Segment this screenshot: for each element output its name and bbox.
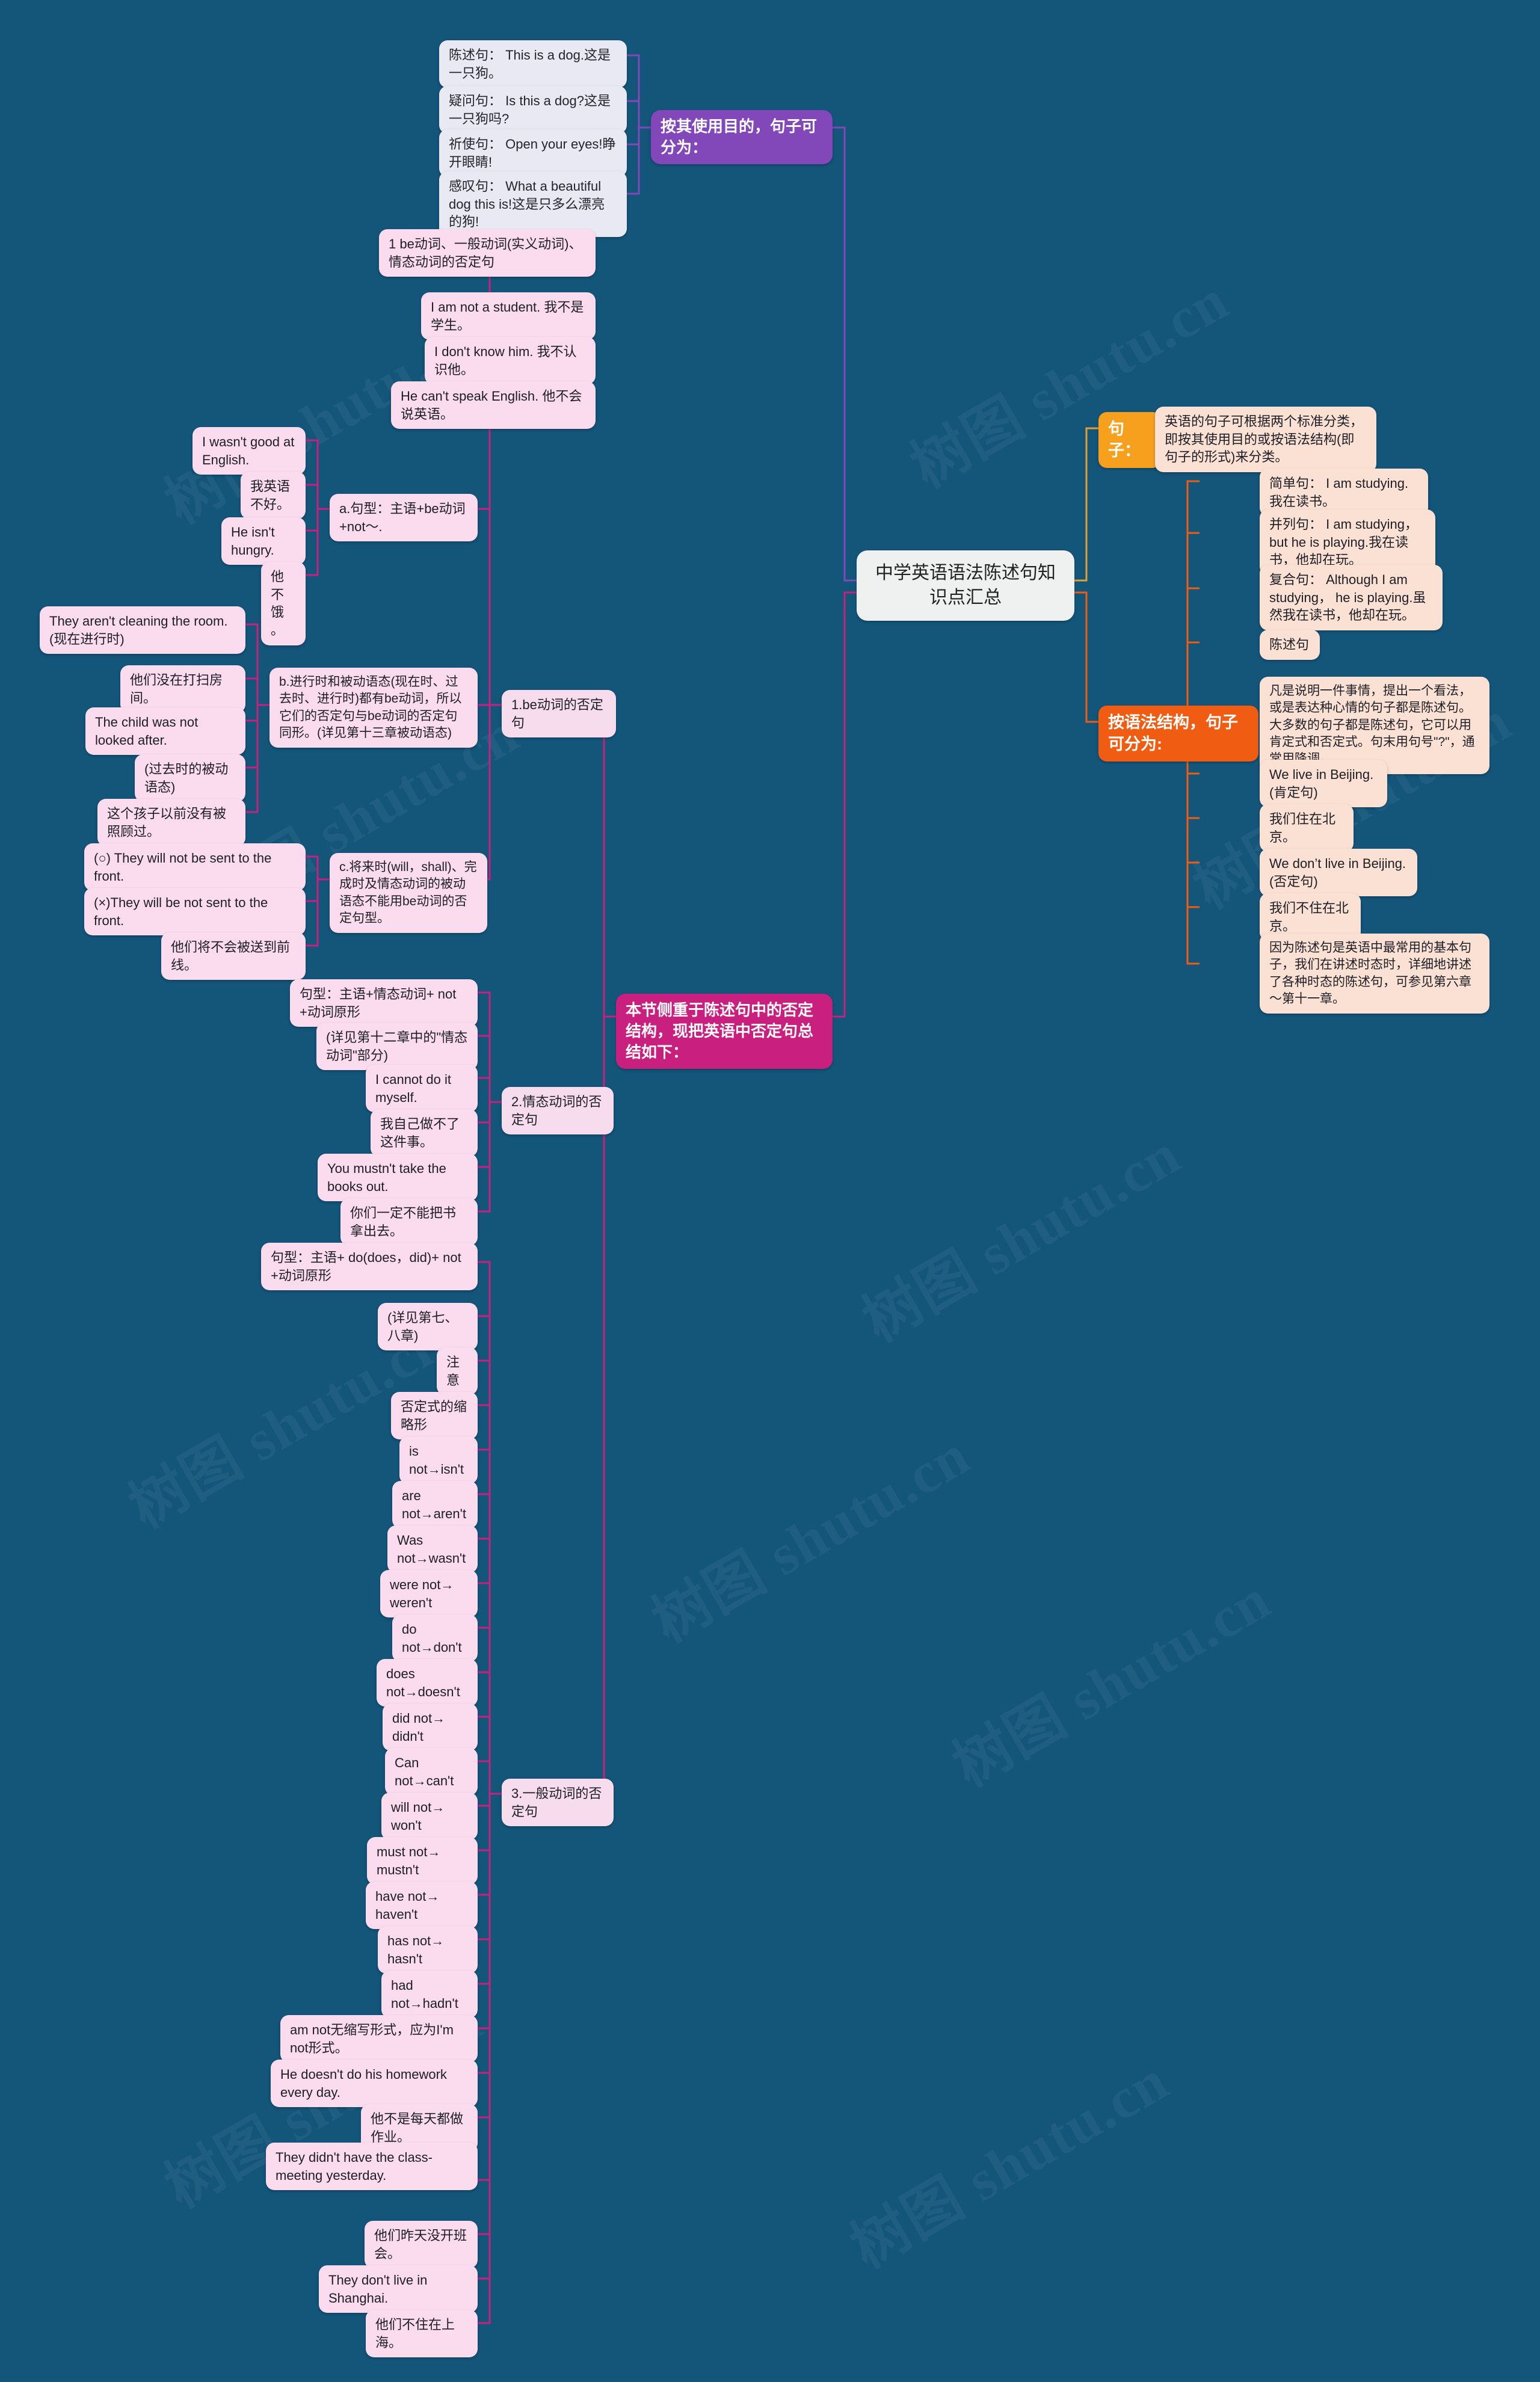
leaf-be-c-1[interactable]: (×)They will be not sent to the front. — [84, 888, 306, 936]
leaf-be-head-3[interactable]: He can't speak English. 他不会说英语。 — [391, 381, 596, 429]
watermark: 树图 shutu.cn — [943, 1566, 1281, 1799]
leaf-verb-23[interactable]: 他们不住在上海。 — [366, 2310, 478, 2358]
branch-verb-negation[interactable]: 3.一般动词的否定句 — [502, 1779, 614, 1827]
leaf-grammar-7[interactable]: We don’t live in Beijing.(否定句) — [1260, 849, 1417, 897]
watermark: 树图 shutu.cn — [642, 1422, 981, 1655]
leaf-verb-20[interactable]: They didn't have the class-meeting yeste… — [266, 2143, 478, 2191]
leaf-be-a-2[interactable]: He isn't hungry. — [221, 517, 306, 565]
leaf-verb-3[interactable]: 否定式的缩略形 — [391, 1392, 478, 1440]
branch-grammar-structure[interactable]: 按语法结构，句子可分为: — [1098, 706, 1258, 762]
leaf-verb-15[interactable]: has not→ hasn't — [378, 1926, 478, 1974]
leaf-be-b-0[interactable]: They aren't cleaning the room.(现在进行时) — [40, 606, 245, 654]
leaf-be-b-4[interactable]: 这个孩子以前没有被照顾过。 — [97, 799, 245, 847]
node-be-pattern-a[interactable]: a.句型：主语+be动词+not～. — [330, 494, 478, 542]
leaf-modal-2[interactable]: I cannot do it myself. — [366, 1065, 478, 1113]
leaf-modal-5[interactable]: 你们一定不能把书拿出去。 — [340, 1198, 478, 1246]
leaf-verb-13[interactable]: must not→ mustn't — [367, 1837, 478, 1885]
node-be-pattern-c[interactable]: c.将来时(will，shall)、完成时及情态动词的被动语态不能用be动词的否… — [330, 853, 487, 934]
leaf-verb-9[interactable]: does not→doesn't — [377, 1659, 478, 1707]
leaf-purpose-exclamatory[interactable]: 感叹句： What a beautiful dog this is!这是只多么漂… — [439, 171, 627, 238]
branch-be-negation[interactable]: 1.be动词的否定句 — [502, 690, 616, 738]
leaf-be-head-2[interactable]: I don't know him. 我不认识他。 — [425, 337, 596, 385]
leaf-grammar-5[interactable]: We live in Beijing.(肯定句) — [1260, 760, 1387, 808]
leaf-verb-16[interactable]: had not→hadn't — [381, 1971, 478, 2019]
leaf-be-a-3[interactable]: 他不饿。 — [261, 562, 306, 645]
leaf-be-head-1[interactable]: I am not a student. 我不是学生。 — [421, 292, 596, 340]
leaf-grammar-9[interactable]: 因为陈述句是英语中最常用的基本句子，我们在讲述时态时，详细地讲述了各种时态的陈述… — [1260, 934, 1489, 1014]
leaf-verb-21[interactable]: 他们昨天没开班会。 — [365, 2221, 478, 2269]
leaf-be-b-2[interactable]: The child was not looked after. — [85, 707, 245, 756]
leaf-modal-0[interactable]: 句型：主语+情态动词+ not +动词原形 — [290, 979, 478, 1027]
leaf-verb-14[interactable]: have not→ haven't — [366, 1882, 478, 1930]
leaf-verb-12[interactable]: will not→ won't — [381, 1793, 478, 1841]
leaf-be-a-0[interactable]: I wasn't good at English. — [192, 427, 306, 475]
leaf-verb-18[interactable]: He doesn't do his homework every day. — [271, 2060, 478, 2108]
leaf-verb-22[interactable]: They don't live in Shanghai. — [319, 2265, 478, 2313]
leaf-verb-7[interactable]: were not→ weren't — [380, 1570, 478, 1618]
leaf-verb-1[interactable]: (详见第七、八章) — [378, 1303, 478, 1351]
leaf-grammar-2[interactable]: 复合句： Although I am studying， he is playi… — [1260, 565, 1443, 631]
leaf-grammar-6[interactable]: 我们住在北京。 — [1260, 804, 1354, 852]
leaf-modal-4[interactable]: You mustn't take the books out. — [318, 1154, 478, 1202]
leaf-be-c-2[interactable]: 他们将不会被送到前线。 — [161, 932, 306, 980]
leaf-verb-4[interactable]: is not→isn't — [399, 1436, 478, 1485]
leaf-be-c-0[interactable]: (○) They will not be sent to the front. — [84, 843, 306, 891]
leaf-verb-17[interactable]: am not无缩写形式，应为I'm not形式。 — [280, 2015, 478, 2063]
leaf-verb-2[interactable]: 注意 — [437, 1347, 478, 1396]
watermark: 树图 shutu.cn — [852, 1121, 1191, 1354]
leaf-modal-1[interactable]: (详见第十二章中的"情态动词"部分) — [316, 1023, 478, 1071]
leaf-verb-8[interactable]: do not→don't — [392, 1614, 478, 1663]
leaf-modal-3[interactable]: 我自己做不了这件事。 — [371, 1109, 478, 1157]
connector-lines — [245, 54, 1200, 2324]
leaf-verb-6[interactable]: Was not→wasn't — [387, 1525, 478, 1574]
watermark: 树图 shutu.cn — [840, 2048, 1179, 2280]
branch-negation-intro[interactable]: 本节侧重于陈述句中的否定结构，现把英语中否定句总结如下： — [616, 994, 833, 1069]
leaf-verb-10[interactable]: did not→ didn't — [383, 1703, 478, 1752]
leaf-grammar-3[interactable]: 陈述句 — [1260, 630, 1320, 660]
leaf-purpose-interrogative[interactable]: 疑问句： Is this a dog?这是一只狗吗? — [439, 86, 627, 134]
leaf-verb-0[interactable]: 句型：主语+ do(does，did)+ not +动词原形 — [261, 1243, 478, 1291]
mindmap-canvas: 树图 shutu.cn 树图 shutu.cn 树图 shutu.cn 树图 s… — [0, 0, 1540, 2382]
leaf-be-a-1[interactable]: 我英语不好。 — [241, 472, 306, 520]
leaf-be-head-0[interactable]: 1 be动词、一般动词(实义动词)、情态动词的否定句 — [379, 229, 596, 277]
leaf-be-b-1[interactable]: 他们没在打扫房间。 — [120, 665, 245, 713]
leaf-purpose-declarative[interactable]: 陈述句： This is a dog.这是一只狗。 — [439, 40, 627, 88]
leaf-verb-5[interactable]: are not→aren't — [392, 1481, 478, 1529]
node-be-pattern-b[interactable]: b.进行时和被动语态(现在时、过去时、进行时)都有be动词，所以它们的否定句与b… — [270, 668, 478, 748]
branch-modal-negation[interactable]: 2.情态动词的否定句 — [502, 1087, 614, 1135]
branch-sentence[interactable]: 句子： — [1098, 412, 1161, 468]
leaf-be-b-3[interactable]: (过去时的被动语态) — [135, 754, 245, 802]
leaf-verb-11[interactable]: Can not→can't — [385, 1748, 478, 1796]
root-node[interactable]: 中学英语语法陈述句知识点汇总 — [857, 550, 1074, 621]
branch-purpose[interactable]: 按其使用目的，句子可分为： — [651, 110, 833, 165]
leaf-purpose-imperative[interactable]: 祈使句： Open your eyes!睁开眼睛! — [439, 129, 627, 177]
leaf-sentence-definition[interactable]: 英语的句子可根据两个标准分类，即按其使用目的或按语法结构(即句子的形式)来分类。 — [1155, 407, 1376, 473]
